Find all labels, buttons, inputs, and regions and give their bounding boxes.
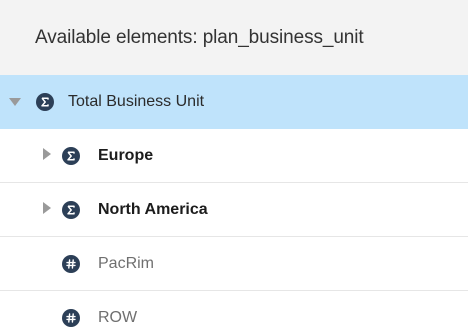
tree-item-row[interactable]: ROW — [0, 291, 468, 331]
tree-item-north-america[interactable]: North America — [0, 183, 468, 237]
caret-right-icon — [43, 147, 51, 165]
tree-item-label: PacRim — [98, 254, 155, 272]
tree-item-total-business-unit[interactable]: Total Business Unit — [0, 75, 468, 129]
caret-down-icon — [9, 93, 21, 111]
tree-item-label: North America — [98, 200, 208, 218]
element-tree: Total Business Unit Europe North America… — [0, 75, 468, 331]
sigma-icon — [62, 146, 80, 165]
sigma-icon — [62, 200, 80, 219]
available-elements-panel: Available elements: plan_business_unit T… — [0, 0, 468, 331]
tree-item-pacrim[interactable]: PacRim — [0, 237, 468, 291]
caret-right-icon — [43, 201, 51, 219]
expand-toggle[interactable] — [9, 96, 21, 108]
hash-icon — [62, 254, 80, 273]
tree-item-europe[interactable]: Europe — [0, 129, 468, 183]
expand-toggle[interactable] — [41, 147, 53, 165]
panel-header: Available elements: plan_business_unit — [0, 0, 468, 75]
tree-item-label: ROW — [98, 309, 138, 326]
expand-toggle[interactable] — [41, 201, 53, 219]
hash-icon — [62, 309, 80, 327]
panel-title: Available elements: plan_business_unit — [35, 26, 364, 48]
sigma-icon — [36, 92, 54, 111]
tree-item-label: Europe — [98, 146, 154, 164]
tree-item-label: Total Business Unit — [68, 92, 205, 110]
